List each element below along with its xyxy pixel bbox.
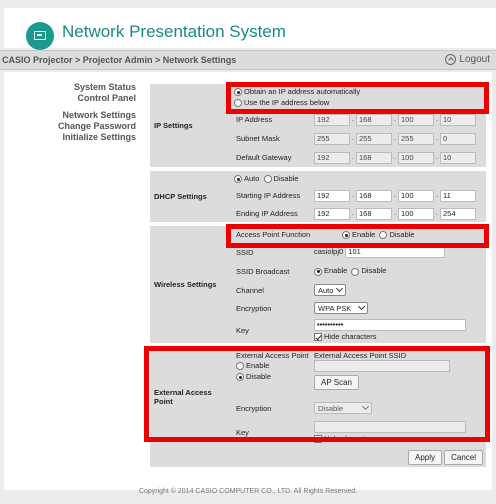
ap-function-label: Access Point Function — [236, 230, 311, 239]
encryption-value: WPA PSK — [318, 303, 352, 313]
default-gateway-label: Default Gateway — [236, 153, 292, 162]
subnet-mask-octet-2[interactable]: 255 — [356, 132, 392, 145]
logout-label: Logout — [459, 54, 490, 65]
ssid-input[interactable]: 101 — [345, 246, 446, 258]
ssid-prefix: casiolpj0 — [314, 246, 344, 256]
ap-disable-label: Disable — [389, 229, 415, 239]
gateway-octet-3[interactable]: 100 — [398, 151, 434, 164]
dhcp-disable-radio[interactable] — [263, 175, 272, 183]
settings-table: IP Settings Obtain an IP address automat… — [150, 84, 486, 467]
projector-icon — [26, 22, 54, 50]
dhcp-end-octet-4[interactable]: 254 — [440, 207, 476, 220]
key-label: Key — [236, 325, 249, 335]
ip-auto-radio[interactable] — [234, 88, 242, 97]
gateway-octet-1[interactable]: 192 — [314, 151, 350, 164]
external-ap-title: External Access Point — [236, 351, 309, 360]
channel-label: Channel — [236, 285, 264, 295]
chevron-down-icon — [361, 402, 370, 411]
external-encryption-label: Encryption — [236, 403, 272, 413]
external-encryption-select: Disable — [314, 402, 372, 414]
dhcp-end-octet-1[interactable]: 192 — [314, 207, 350, 220]
main-panel: System Status Control Panel Network Sett… — [4, 72, 492, 490]
external-encryption-value: Disable — [318, 403, 344, 413]
nav-control-panel[interactable]: Control Panel — [4, 93, 136, 104]
nav-change-password[interactable]: Change Password — [4, 121, 136, 132]
ap-enable-label: Enable — [352, 229, 376, 239]
ap-disable-radio[interactable] — [379, 231, 388, 239]
ip-auto-label: Obtain an IP address automatically — [244, 87, 361, 96]
broadcast-disable-radio[interactable] — [351, 267, 360, 276]
breadcrumb: CASIO Projector > Projector Admin > Netw… — [2, 55, 237, 65]
nav-system-status[interactable]: System Status — [4, 82, 136, 93]
subnet-mask-label: Subnet Mask — [236, 134, 280, 143]
chevron-down-icon — [336, 284, 344, 293]
external-enable-radio[interactable] — [236, 362, 244, 371]
subnet-mask-octet-1[interactable]: 255 — [314, 132, 350, 145]
arrow-up-circle-icon — [445, 54, 457, 65]
gateway-octet-2[interactable]: 168 — [356, 151, 392, 164]
ip-manual-label: Use the IP address below — [244, 98, 330, 107]
ssid-label: SSID — [236, 247, 254, 257]
ip-address-octet-2[interactable]: 168 — [356, 113, 392, 126]
ap-enable-radio[interactable] — [342, 231, 350, 239]
ip-manual-radio[interactable] — [234, 99, 242, 108]
dhcp-start-octet-4[interactable]: 11 — [440, 189, 476, 202]
app-title: Network Presentation System — [62, 22, 286, 41]
external-disable-label: Disable — [246, 372, 272, 381]
dhcp-end-octet-2[interactable]: 168 — [356, 207, 392, 220]
hide-characters-label: Hide characters — [324, 331, 377, 341]
breadcrumb-bar: CASIO Projector > Projector Admin > Netw… — [0, 50, 496, 70]
ip-address-octet-1[interactable]: 192 — [314, 113, 350, 126]
dhcp-start-octet-2[interactable]: 168 — [356, 189, 392, 202]
external-disable-radio[interactable] — [236, 373, 244, 382]
external-enable-label: Enable — [246, 361, 270, 370]
dhcp-auto-label: Auto — [244, 173, 260, 183]
dhcp-auto-radio[interactable] — [234, 175, 242, 183]
dhcp-start-octet-3[interactable]: 100 — [398, 189, 434, 202]
channel-value: Auto — [318, 285, 334, 295]
external-hide-checkbox — [314, 434, 322, 443]
nav-network-settings[interactable]: Network Settings — [4, 110, 136, 121]
gateway-octet-4[interactable]: 10 — [440, 151, 476, 164]
page: Network Presentation System CASIO Projec… — [0, 0, 496, 504]
ip-address-label: IP Address — [236, 115, 273, 124]
sidebar-nav: System Status Control Panel Network Sett… — [4, 82, 136, 143]
wireless-settings-label: Wireless Settings — [154, 280, 217, 289]
external-ap-label: External Access Point — [154, 388, 212, 406]
apply-button[interactable]: Apply — [407, 449, 442, 465]
dhcp-settings-label: DHCP Settings — [154, 192, 207, 201]
logout-button[interactable]: Logout — [445, 54, 490, 65]
encryption-label: Encryption — [236, 303, 272, 313]
channel-select[interactable]: Auto — [314, 284, 347, 296]
broadcast-enable-radio[interactable] — [314, 267, 322, 276]
key-input[interactable]: •••••••••• — [314, 318, 466, 331]
hide-characters-checkbox[interactable] — [314, 332, 322, 341]
dhcp-end-label: Ending IP Address — [236, 209, 298, 218]
dhcp-start-label: Starting IP Address — [236, 191, 301, 200]
subnet-mask-octet-4[interactable]: 0 — [440, 132, 476, 145]
ip-settings-label: IP Settings — [154, 121, 193, 130]
chevron-down-icon — [358, 302, 366, 311]
external-key-input — [314, 420, 466, 433]
settings-form: IP Settings Obtain an IP address automat… — [150, 84, 486, 467]
ip-address-octet-3[interactable]: 100 — [398, 113, 434, 126]
dhcp-end-octet-3[interactable]: 100 — [398, 207, 434, 220]
encryption-select[interactable]: WPA PSK — [314, 302, 369, 314]
ssid-broadcast-label: SSID Broadcast — [236, 266, 290, 276]
dhcp-start-octet-1[interactable]: 192 — [314, 189, 350, 202]
external-hide-label: Hide characters — [324, 433, 377, 443]
broadcast-disable-label: Disable — [361, 266, 387, 276]
ap-scan-button[interactable]: AP Scan — [314, 375, 359, 390]
cancel-button[interactable]: Cancel — [444, 449, 483, 465]
external-ssid-input — [314, 360, 450, 372]
external-key-label: Key — [236, 427, 249, 437]
dhcp-disable-label: Disable — [273, 173, 299, 183]
ip-address-octet-4[interactable]: 10 — [440, 113, 476, 126]
header-bar: Network Presentation System — [4, 8, 496, 50]
nav-initialize-settings[interactable]: Initialize Settings — [4, 132, 136, 143]
subnet-mask-octet-3[interactable]: 255 — [398, 132, 434, 145]
broadcast-enable-label: Enable — [324, 266, 348, 276]
external-ssid-label: External Access Point SSID — [314, 351, 407, 360]
copyright-footer: Copyright © 2014 CASIO COMPUTER CO., LTD… — [138, 488, 358, 495]
